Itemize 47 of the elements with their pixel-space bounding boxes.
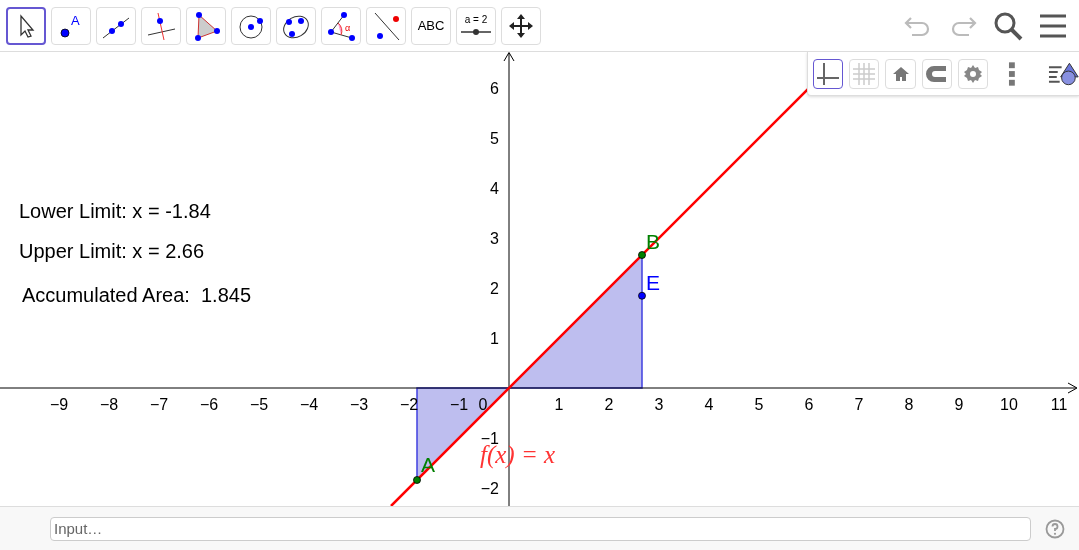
style-button[interactable] [813, 58, 844, 89]
axis-label: −5 [249, 396, 269, 413]
point-label: E [646, 270, 660, 294]
axis-label: 3 [490, 230, 499, 247]
axis-label: 6 [804, 396, 814, 413]
axis-label: 3 [654, 396, 664, 413]
axis-label: 8 [904, 396, 914, 413]
axis-label: −4 [299, 396, 319, 413]
axis-label: −3 [349, 396, 369, 413]
axis-label: 4 [490, 180, 499, 197]
info-text: Accumulated Area: 1.845 [22, 284, 252, 306]
axis-label: 6 [490, 80, 499, 97]
menu-icon [1038, 12, 1068, 39]
point[interactable] [413, 476, 421, 484]
point[interactable] [638, 291, 646, 300]
axis-label: 2 [604, 396, 614, 413]
axis-label: 1 [490, 330, 499, 347]
axis-label: 5 [490, 130, 499, 147]
axes-icon [816, 61, 841, 86]
axis-label: −6 [199, 396, 219, 413]
axis-label: 9 [954, 396, 964, 413]
input-field[interactable]: Input… [50, 516, 1031, 541]
help-icon[interactable] [1045, 518, 1065, 539]
tool-button[interactable] [6, 6, 46, 45]
axis-label: −2 [480, 480, 499, 497]
info-text: Upper Limit: x = 2.66 [19, 240, 205, 262]
magnet-icon [924, 63, 949, 84]
axis-label: −1 [449, 396, 469, 413]
axis-label: 5 [754, 396, 764, 413]
grid-icon [852, 61, 877, 86]
point[interactable] [638, 251, 646, 259]
settings-icon [963, 63, 983, 84]
axis-label: 2 [490, 280, 499, 297]
axis-label: 10 [1000, 396, 1018, 413]
info-text: Lower Limit: x = -1.84 [19, 200, 211, 222]
axis-label: −8 [99, 396, 119, 413]
axis-label: −9 [49, 396, 69, 413]
axis-label: 4 [704, 396, 714, 413]
axis-label: 11 [1050, 396, 1068, 413]
more-icon[interactable] [1008, 60, 1016, 87]
tool-button[interactable]: ABC [411, 6, 451, 45]
axis-label: 7 [854, 396, 864, 413]
toggle-style-bar-icon[interactable] [1047, 60, 1079, 87]
axis-label: 0 [478, 396, 488, 413]
axis-label: 1 [554, 396, 564, 413]
text-tool-label: ABC [417, 18, 445, 33]
axis-label: −7 [149, 396, 169, 413]
